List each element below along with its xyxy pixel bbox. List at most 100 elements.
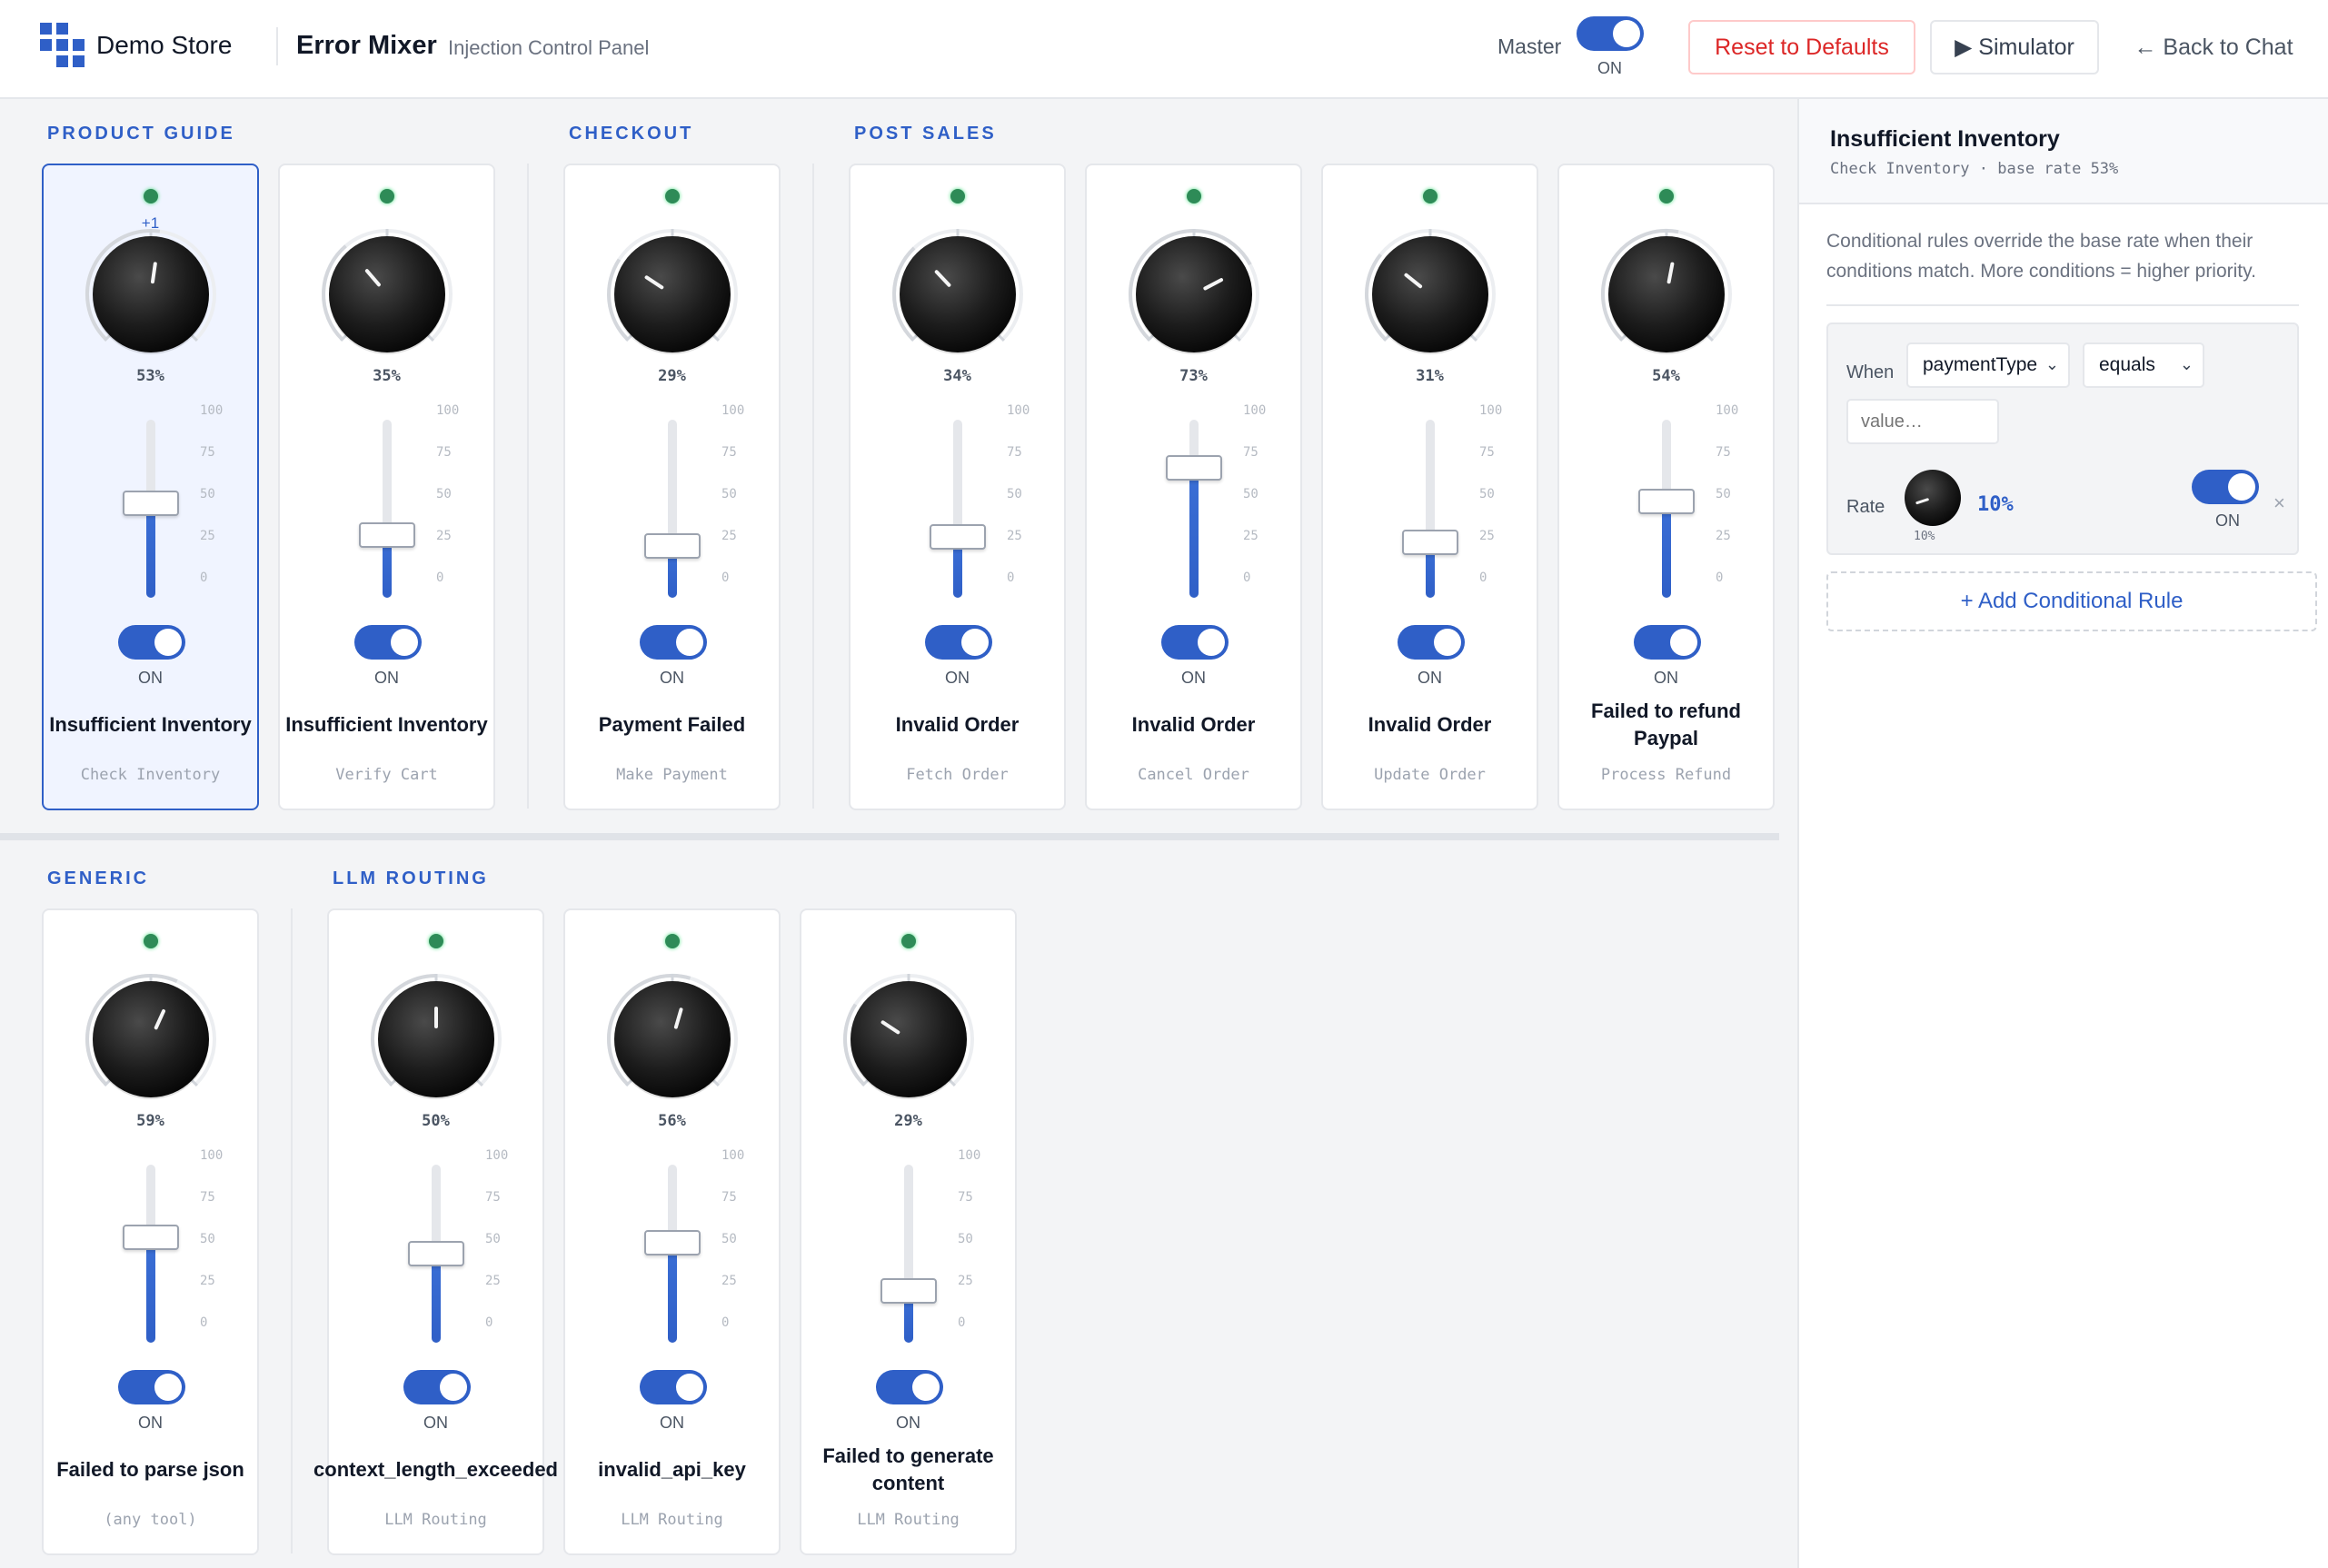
fader-track[interactable] [146, 1165, 155, 1343]
back-to-chat-button[interactable]: ← Back to Chat [2114, 20, 2313, 74]
rate-knob-svg[interactable] [890, 227, 1025, 362]
channel-state: ON [896, 1414, 920, 1432]
rate-knob[interactable] [605, 972, 740, 1107]
channel-strip[interactable]: +1 53% 100 75 50 25 0 ON Insufficient Invent… [42, 164, 259, 810]
rate-knob-svg[interactable] [1127, 227, 1261, 362]
master-toggle[interactable] [1577, 16, 1644, 51]
channel-state: ON [138, 1414, 163, 1432]
channel-strip[interactable]: 73% 100 75 50 25 0 ON Invalid Order Cancel O… [1085, 164, 1302, 810]
fader-thumb[interactable] [644, 1230, 701, 1256]
fader-thumb[interactable] [644, 533, 701, 560]
rate-knob[interactable] [369, 972, 503, 1107]
rate-knob[interactable] [320, 227, 454, 362]
channel-toggle[interactable] [403, 1370, 471, 1404]
fader-scale: 100 75 50 25 0 [200, 1148, 236, 1330]
channel-strip[interactable]: 31% 100 75 50 25 0 ON Invalid Order Update O… [1321, 164, 1538, 810]
delete-rule-icon[interactable]: × [2273, 491, 2285, 515]
rule-rate-knob[interactable] [1901, 466, 1965, 530]
rate-knob-svg[interactable] [1363, 227, 1497, 362]
rate-knob[interactable] [1599, 227, 1734, 362]
channel-toggle[interactable] [1161, 625, 1229, 660]
fader-thumb[interactable] [1402, 530, 1458, 556]
rate-knob-svg[interactable] [605, 972, 740, 1107]
fader-track[interactable] [904, 1165, 913, 1343]
scale-tick-label: 25 [1243, 529, 1259, 543]
fader-thumb[interactable] [359, 522, 415, 549]
fader-thumb[interactable] [1638, 489, 1695, 515]
scale-tick-label: 100 [721, 1148, 745, 1163]
rate-knob-svg[interactable] [841, 972, 976, 1107]
rate-knob-svg[interactable] [369, 972, 503, 1107]
rate-knob[interactable] [1127, 227, 1261, 362]
channel-toggle[interactable] [640, 1370, 707, 1404]
rate-knob-svg[interactable] [605, 227, 740, 362]
scale-tick-label: 100 [1479, 403, 1503, 418]
fader-scale: 100 75 50 25 0 [721, 403, 758, 585]
fader-thumb[interactable] [880, 1278, 937, 1305]
rule-field-select[interactable]: paymentType ⌄ [1906, 342, 2070, 388]
rate-knob[interactable] [84, 227, 218, 362]
channel-strip[interactable]: 29% 100 75 50 25 0 ON Payment Failed Make Pa… [563, 164, 781, 810]
add-conditional-rule-button[interactable]: + Add Conditional Rule [1826, 571, 2317, 631]
rate-knob[interactable] [1363, 227, 1497, 362]
status-led-icon [1659, 189, 1674, 203]
fader-track[interactable] [1426, 420, 1435, 598]
rate-knob-svg[interactable] [320, 227, 454, 362]
section-label-checkout: CHECKOUT [569, 124, 694, 144]
fader-track[interactable] [1189, 420, 1199, 598]
channel-toggle[interactable] [640, 625, 707, 660]
rate-knob-svg[interactable] [84, 972, 218, 1107]
fader-thumb[interactable] [408, 1241, 464, 1266]
fader-thumb[interactable] [1166, 454, 1222, 481]
fader-scale: 100 75 50 25 0 [1007, 403, 1043, 585]
rate-knob[interactable] [890, 227, 1025, 362]
scale-tick-label: 25 [721, 529, 737, 543]
fader-thumb[interactable] [930, 524, 986, 551]
scale-tick-label: 50 [1007, 487, 1022, 501]
rate-knob[interactable] [605, 227, 740, 362]
tool-name: Check Inventory [80, 766, 221, 784]
rule-panel-title: Insufficient Inventory [1830, 126, 2060, 152]
channel-toggle[interactable] [118, 1370, 185, 1404]
channel-toggle[interactable] [1634, 625, 1701, 660]
channel-strip[interactable]: 50% 100 75 50 25 0 ON context_length_exceede… [313, 908, 558, 1555]
scale-tick-label: 25 [958, 1274, 973, 1288]
channel-toggle[interactable] [354, 625, 422, 660]
fader-track[interactable] [383, 420, 392, 598]
scale-tick-label: 50 [1479, 487, 1495, 501]
fader-track[interactable] [953, 420, 962, 598]
simulator-button[interactable]: ▶ Simulator [1930, 20, 2099, 74]
section-label-post-sales: POST SALES [854, 124, 997, 144]
channel-strip[interactable]: 34% 100 75 50 25 0 ON Invalid Order Fetch Or… [849, 164, 1066, 810]
channel-strip[interactable]: 56% 100 75 50 25 0 ON invalid_api_key LLM Ro… [563, 908, 781, 1555]
status-led-icon [950, 189, 965, 203]
channel-state: ON [138, 669, 163, 687]
error-name: invalid_api_key [598, 1458, 746, 1481]
channel-strip[interactable]: 29% 100 75 50 25 0 ON Failed to generate con… [800, 908, 1017, 1555]
channel-strip[interactable]: 59% 100 75 50 25 0 ON Failed to parse json (… [42, 908, 259, 1555]
rate-knob[interactable] [841, 972, 976, 1107]
scale-tick-label: 0 [200, 1315, 208, 1330]
rule-operator-select[interactable]: equals ⌄ [2083, 342, 2204, 388]
rate-knob[interactable] [84, 972, 218, 1107]
scale-tick-label: 75 [721, 1190, 737, 1205]
fader-thumb[interactable] [123, 1225, 179, 1251]
channel-strip[interactable]: 54% 100 75 50 25 0 ON Failed to refund Paypa… [1557, 164, 1775, 810]
rule-value-input[interactable] [1846, 399, 1999, 444]
rule-toggle[interactable] [2192, 470, 2259, 504]
rate-knob-svg[interactable] [1599, 227, 1734, 362]
rate-knob-svg[interactable] [84, 227, 218, 362]
channel-toggle[interactable] [118, 625, 185, 660]
channel-toggle[interactable] [876, 1370, 943, 1404]
reset-defaults-button[interactable]: Reset to Defaults [1688, 20, 1915, 74]
section-label-product-guide: PRODUCT GUIDE [47, 124, 235, 144]
channel-strip[interactable]: 35% 100 75 50 25 0 ON Insufficient Inventory… [278, 164, 495, 810]
error-name: Invalid Order [1368, 713, 1492, 736]
scale-tick-label: 50 [1716, 487, 1731, 501]
channel-toggle[interactable] [1398, 625, 1465, 660]
status-led-icon [380, 189, 394, 203]
fader-track[interactable] [668, 420, 677, 598]
fader-thumb[interactable] [123, 491, 179, 517]
channel-toggle[interactable] [925, 625, 992, 660]
store-name[interactable]: Demo Store [96, 31, 232, 60]
